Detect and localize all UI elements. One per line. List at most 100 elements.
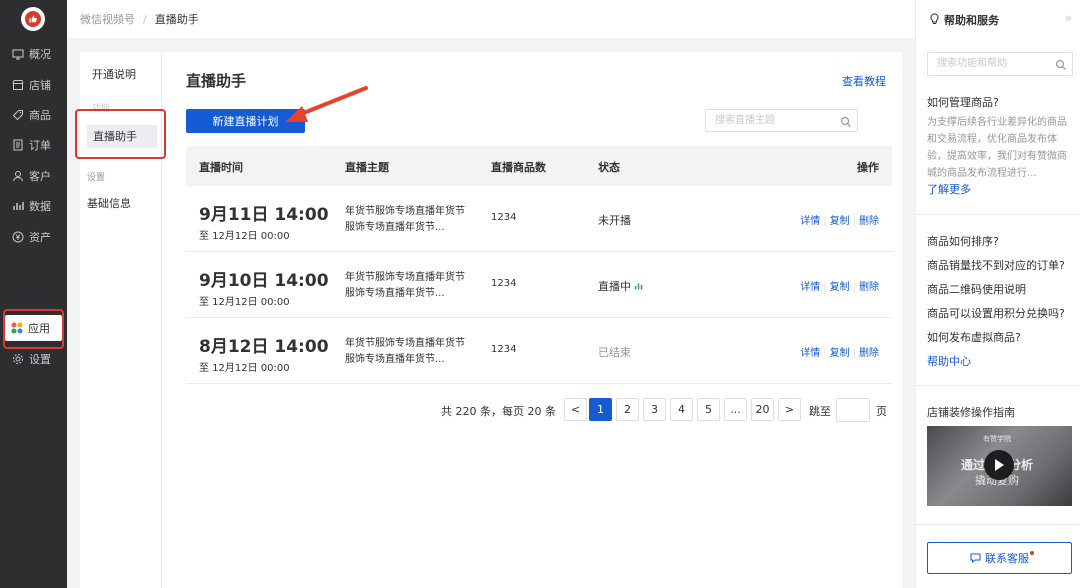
live-search-input[interactable]: 搜索直播主题 [705, 109, 858, 132]
live-end-time: 至 12月12日 00:00 [199, 297, 290, 308]
nav-label: 概况 [29, 48, 51, 61]
page-button[interactable]: 4 [670, 398, 693, 421]
copy-link[interactable]: 复制 [830, 348, 850, 359]
gear-icon [12, 353, 24, 365]
search-icon[interactable] [1055, 58, 1067, 80]
help-article-title[interactable]: 如何管理商品? [927, 94, 999, 110]
jump-page-input[interactable] [836, 398, 870, 422]
table-header: 直播时间 直播主题 直播商品数 状态 操作 [186, 146, 892, 186]
page-button[interactable]: 3 [643, 398, 666, 421]
page-button[interactable]: 5 [697, 398, 720, 421]
help-search-input[interactable]: 搜索功能和帮助 [927, 52, 1073, 76]
goods-count: 1234 [491, 278, 517, 289]
divider [916, 385, 1080, 386]
table-row: 8月12日 14:00 至 12月12日 00:00 年货节服饰专场直播年货节服… [186, 318, 892, 384]
detail-link[interactable]: 详情 [800, 216, 820, 227]
status-badge: 已结束 [598, 344, 631, 360]
page-button[interactable]: 2 [616, 398, 639, 421]
store-icon [12, 79, 24, 91]
nav-item-overview[interactable]: 概况 [0, 41, 67, 67]
chat-icon [970, 553, 981, 563]
row-actions: 详情 | 复制 | 删除 [800, 282, 879, 293]
column-header: 操作 [857, 161, 879, 174]
faq-link[interactable]: 商品可以设置用积分兑换吗? [927, 305, 1065, 321]
contact-support-label: 联系客服 [985, 552, 1029, 565]
table-row: 9月10日 14:00 至 12月12日 00:00 年货节服饰专场直播年货节服… [186, 252, 892, 318]
nav-item-data[interactable]: 数据 [0, 193, 67, 219]
nav-label: 店铺 [29, 79, 51, 92]
nav-item-assets[interactable]: 资产 [0, 224, 67, 250]
delete-link[interactable]: 删除 [859, 282, 879, 293]
live-start-time: 8月12日 14:00 [199, 337, 329, 357]
prev-page-button[interactable]: < [564, 398, 587, 421]
subnav-item-intro[interactable]: 开通说明 [92, 66, 136, 82]
nav-label: 设置 [29, 353, 51, 366]
next-page-button[interactable]: > [778, 398, 801, 421]
nav-item-orders[interactable]: 订单 [0, 132, 67, 158]
page-ellipsis[interactable]: ... [724, 398, 747, 421]
breadcrumb-current: 直播助手 [154, 13, 199, 26]
detail-link[interactable]: 详情 [800, 348, 820, 359]
column-header: 直播时间 [199, 161, 243, 174]
breadcrumb-parent[interactable]: 微信视频号 [80, 11, 135, 27]
search-icon[interactable] [840, 115, 852, 136]
delete-link[interactable]: 删除 [859, 348, 879, 359]
nav-label: 数据 [29, 200, 51, 213]
help-center-link[interactable]: 帮助中心 [927, 353, 971, 369]
jump-label: 跳至 [809, 405, 831, 418]
live-end-time: 至 12月12日 00:00 [199, 363, 290, 374]
table-row: 9月11日 14:00 至 12月12日 00:00 年货节服饰专场直播年货节服… [186, 186, 892, 252]
page-button[interactable]: 20 [751, 398, 774, 421]
logo[interactable] [21, 7, 45, 31]
nav-label: 应用 [28, 322, 50, 335]
page-title: 直播助手 [186, 72, 247, 90]
learn-more-link[interactable]: 了解更多 [927, 181, 971, 197]
yuan-icon [12, 231, 24, 243]
nav-item-settings[interactable]: 设置 [0, 346, 67, 372]
status-text: 已结束 [598, 346, 631, 359]
contact-support-button[interactable]: 联系客服 [927, 542, 1072, 574]
delete-link[interactable]: 删除 [859, 216, 879, 227]
live-theme: 年货节服饰专场直播年货节服饰专场直播年货节... [345, 206, 465, 233]
tutorial-video[interactable]: 有赞学院 通过数据分析 撬动复购 [927, 426, 1072, 506]
nav-item-customers[interactable]: 客户 [0, 163, 67, 189]
notification-dot [1030, 551, 1034, 555]
status-text: 未开播 [598, 214, 631, 227]
nav-label: 订单 [29, 139, 51, 152]
subnav-item-base-info[interactable]: 基础信息 [87, 195, 131, 211]
live-end-time: 至 12月12日 00:00 [199, 231, 290, 242]
nav-item-goods[interactable]: 商品 [0, 102, 67, 128]
column-header: 直播商品数 [491, 161, 546, 174]
faq-link[interactable]: 商品销量找不到对应的订单? [927, 257, 1065, 273]
divider [916, 214, 1080, 215]
help-article-summary: 为支撑后续各行业差异化的商品和交易流程，优化商品发布体验，提高效率，我们对有赞微… [927, 117, 1067, 179]
nav-item-apps[interactable]: 应用 [5, 315, 62, 341]
live-theme: 年货节服饰专场直播年货节服饰专场直播年货节... [345, 272, 465, 299]
copy-link[interactable]: 复制 [830, 282, 850, 293]
page-button[interactable]: 1 [589, 398, 612, 421]
collapse-icon[interactable]: » [1065, 11, 1072, 25]
detail-link[interactable]: 详情 [800, 282, 820, 293]
column-header: 直播主题 [345, 161, 389, 174]
help-panel-title: 帮助和服务 [944, 14, 999, 27]
live-theme: 年货节服饰专场直播年货节服饰专场直播年货节... [345, 338, 465, 365]
faq-link[interactable]: 商品如何排序? [927, 233, 999, 249]
column-header: 状态 [598, 161, 620, 174]
nav-item-store[interactable]: 店铺 [0, 72, 67, 98]
pagination: 共 220 条，每页 20 条 < 1 2 3 4 5 ... 20 > 跳至 … [186, 398, 892, 422]
subnav-group-label: 设置 [87, 173, 106, 183]
lightbulb-icon [929, 12, 940, 28]
faq-link[interactable]: 商品二维码使用说明 [927, 281, 1026, 297]
video-brand: 有赞学院 [983, 435, 1011, 443]
subnav-item-live-assistant[interactable]: 直播助手 [87, 125, 157, 148]
copy-link[interactable]: 复制 [830, 216, 850, 227]
play-icon[interactable] [984, 450, 1014, 480]
view-tutorial-link[interactable]: 查看教程 [842, 73, 886, 89]
row-actions: 详情 | 复制 | 删除 [800, 348, 879, 359]
goods-count: 1234 [491, 212, 517, 223]
nav-label: 资产 [29, 231, 51, 244]
user-icon [12, 170, 24, 182]
faq-link[interactable]: 如何发布虚拟商品? [927, 329, 1021, 345]
breadcrumb: 微信视频号 / 直播助手 [67, 0, 915, 38]
status-text: 直播中 [598, 280, 631, 293]
